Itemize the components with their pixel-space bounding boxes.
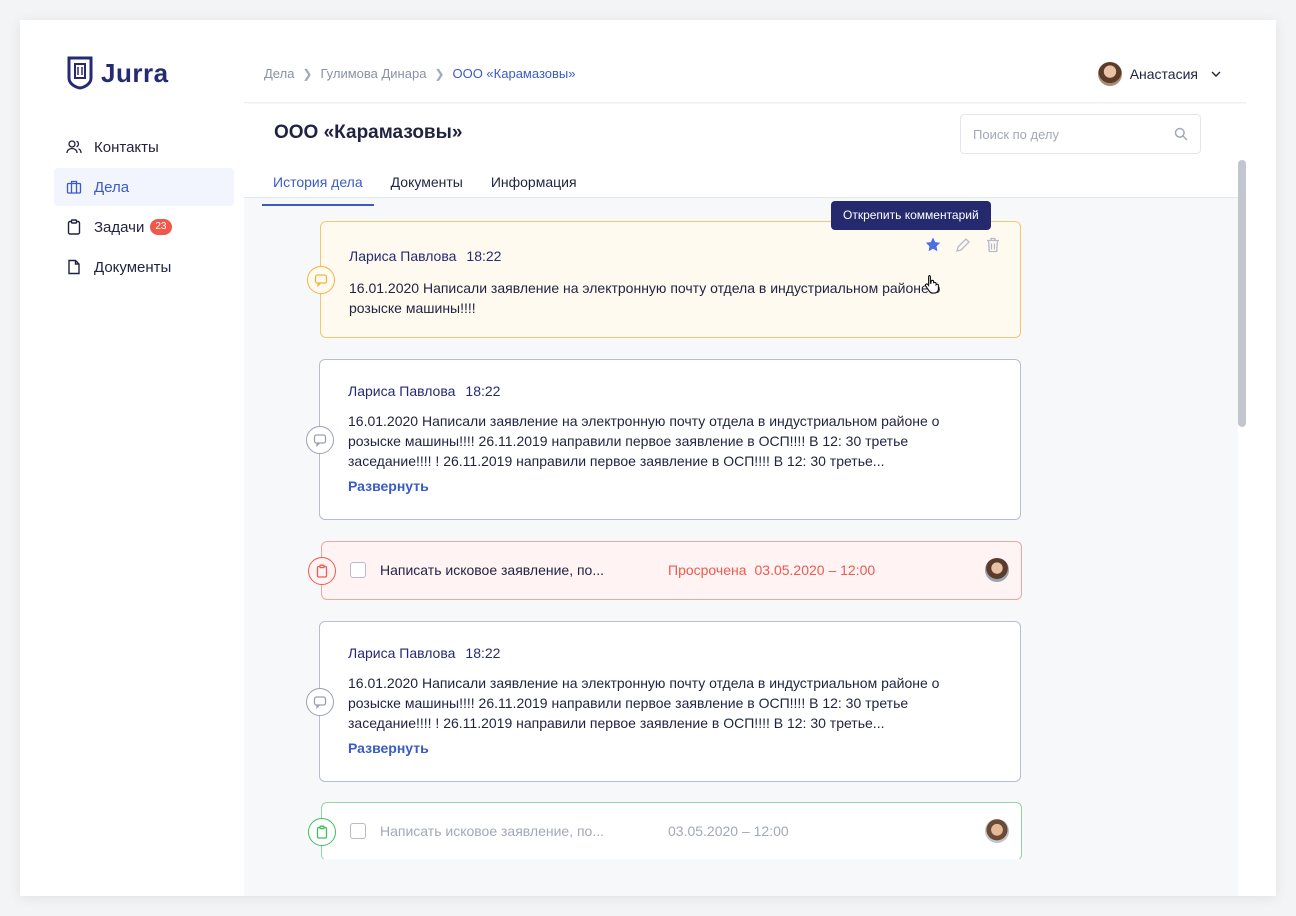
pencil-icon[interactable] [954,236,972,254]
page-title: ООО «Карамазовы» [274,122,463,143]
avatar [985,558,1009,582]
clipboard-icon [316,825,328,839]
scrollbar-thumb[interactable] [1238,160,1246,427]
logo-text: Jurra [101,57,169,88]
chevron-right-icon: ❯ [302,66,313,81]
author-name: Лариса Павлова [348,645,456,661]
user-name: Анастасия [1129,66,1198,82]
comment-text: 16.01.2020 Написали заявление на электро… [349,280,941,316]
comment-marker [306,426,334,454]
sidebar-nav: Контакты Дела Задачи 23 Документы [54,128,234,288]
document-icon [68,259,80,275]
task-row: Написать исковое заявление, по... 03.05.… [350,803,990,859]
task-due-date: 03.05.2020 – 12:00 [754,562,876,578]
comment-text: 16.01.2020 Написали заявление на электро… [348,675,940,731]
speech-bubble-icon [313,696,327,709]
task-checkbox[interactable] [350,562,366,578]
breadcrumb-item[interactable]: Гулимова Динара [320,66,426,81]
logo[interactable]: Jurra [67,56,169,90]
task-checkbox[interactable] [350,823,366,839]
task-card-done: Написать исковое заявление, по... 03.05.… [308,802,1022,859]
expand-link[interactable]: Развернуть [348,478,429,494]
task-row: Написать исковое заявление, по... Просро… [350,542,990,598]
comment-author: Лариса Павлова 18:22 [348,383,500,399]
avatar [1097,62,1122,86]
users-icon [66,140,82,154]
trash-icon[interactable] [984,236,1002,254]
sidebar-item-tasks[interactable]: Задачи 23 [54,208,234,246]
sidebar-item-label: Контакты [94,138,159,156]
briefcase-icon [66,180,82,194]
task-status: Просрочена [668,562,747,578]
speech-bubble-icon [314,274,328,287]
case-header: ООО «Карамазовы» Поиск по делу История д… [244,104,1246,206]
sidebar-item-cases[interactable]: Дела [54,168,234,206]
unpin-tooltip: Открепить комментарий [831,201,991,230]
clipboard-icon [67,219,81,235]
comment-time: 18:22 [466,248,502,264]
search-input[interactable]: Поиск по делу [960,114,1201,154]
comment-marker [307,266,335,294]
hand-cursor-icon [924,274,939,294]
user-menu[interactable]: Анастасия [1097,62,1222,86]
logo-shield-icon [67,56,93,90]
task-card-overdue: Написать исковое заявление, по... Просро… [308,541,1022,600]
sidebar-item-documents[interactable]: Документы [54,248,234,286]
task-marker [308,818,336,846]
comment-marker [306,688,334,716]
author-name: Лариса Павлова [349,248,457,264]
comment-card: Лариса Павлова 18:22 16.01.2020 Написали … [306,621,1021,782]
chevron-right-icon: ❯ [434,66,445,81]
comment-author: Лариса Павлова 18:22 [348,645,500,661]
sidebar-item-label: Дела [94,178,130,196]
sidebar-item-label: Документы [94,258,172,276]
case-history-feed: Лариса Павлова 18:22 16.01.2020 Написали … [244,199,1238,859]
comment-actions [924,236,1002,254]
breadcrumb-item[interactable]: Дела [264,66,294,81]
avatar [985,819,1009,843]
clipboard-icon [316,564,328,578]
task-due-date: 03.05.2020 – 12:00 [668,823,789,839]
comment-time: 18:22 [465,645,501,661]
tasks-count-badge: 23 [150,219,172,235]
comment-author: Лариса Павлова 18:22 [349,248,501,264]
top-bar: Дела ❯ Гулимова Динара ❯ ООО «Карамазовы… [244,20,1246,103]
comment-time: 18:22 [465,383,501,399]
main-panel: Дела ❯ Гулимова Динара ❯ ООО «Карамазовы… [244,20,1246,896]
breadcrumb: Дела ❯ Гулимова Динара ❯ ООО «Карамазовы… [264,66,575,81]
search-icon [1174,127,1188,141]
breadcrumb-current: ООО «Карамазовы» [452,66,576,81]
chevron-down-icon [1211,71,1221,77]
comment-text: 16.01.2020 Написали заявление на электро… [348,413,940,469]
sidebar-item-label: Задачи [94,218,145,236]
task-title[interactable]: Написать исковое заявление, по... [380,562,668,578]
author-name: Лариса Павлова [348,383,456,399]
sidebar-item-contacts[interactable]: Контакты [54,128,234,166]
task-marker [308,557,336,585]
search-placeholder: Поиск по делу [973,126,1059,142]
task-title[interactable]: Написать исковое заявление, по... [380,823,668,839]
app-window: Jurra Контакты Дела Задачи 23 Документы … [20,20,1276,896]
speech-bubble-icon [313,434,327,447]
comment-card: Лариса Павлова 18:22 16.01.2020 Написали … [306,359,1021,520]
pinned-comment-card: Лариса Павлова 18:22 16.01.2020 Написали … [307,221,1021,338]
star-icon[interactable] [924,236,942,254]
expand-link[interactable]: Развернуть [348,740,429,756]
